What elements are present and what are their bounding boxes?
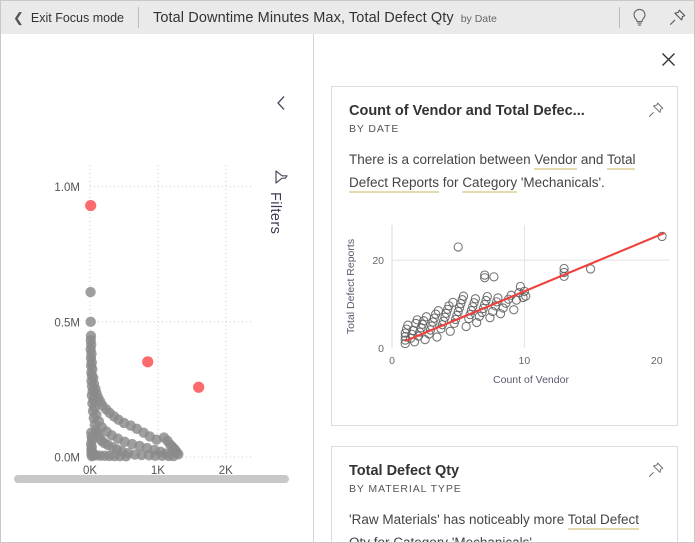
highlighted-data-point[interactable] <box>193 381 205 393</box>
x-axis-tick-label: 10 <box>519 355 531 367</box>
horizontal-scrollbar[interactable] <box>14 475 289 483</box>
x-axis-title: Count of Vendor <box>493 374 569 386</box>
pin-icon <box>648 462 664 478</box>
data-point[interactable] <box>453 242 463 252</box>
insight-card-title: Count of Vendor and Total Defec... <box>349 103 585 119</box>
data-point[interactable] <box>85 286 96 298</box>
insights-button[interactable] <box>620 1 658 34</box>
filters-funnel-button[interactable] <box>269 167 293 187</box>
page-title-suffix: by Date <box>460 12 497 25</box>
body-text: 'Raw Materials' has noticeably more <box>349 512 568 527</box>
data-point[interactable] <box>420 335 430 345</box>
x-axis-tick-label: 20 <box>651 355 663 367</box>
body-text: There is a correlation between <box>349 152 535 167</box>
chevron-left-icon <box>277 96 285 110</box>
close-icon <box>661 52 675 66</box>
exit-focus-mode-label: Exit Focus mode <box>30 10 124 25</box>
y-axis-tick-label: 0 <box>378 343 384 355</box>
pin-visual-button[interactable] <box>658 1 694 34</box>
insight-card[interactable]: Count of Vendor and Total Defec... BY DA… <box>331 86 678 426</box>
data-point[interactable] <box>521 291 531 301</box>
insight-card-title: Total Defect Qty <box>349 463 460 479</box>
insight-card-body: 'Raw Materials' has noticeably more Tota… <box>349 508 660 543</box>
filter-funnel-icon <box>275 170 288 184</box>
page-title: Total Downtime Minutes Max, Total Defect… <box>153 9 454 26</box>
insights-panel: Count of Vendor and Total Defec... BY DA… <box>315 34 694 543</box>
field-reference: Category <box>462 175 518 194</box>
x-axis-tick-label: 0 <box>389 355 395 367</box>
data-point[interactable] <box>85 316 96 328</box>
pin-icon <box>669 9 685 25</box>
data-point[interactable] <box>445 326 455 336</box>
highlighted-data-point[interactable] <box>85 199 97 212</box>
pin-insight-button[interactable] <box>645 459 667 481</box>
y-axis-title: Total Defect Reports <box>345 239 357 334</box>
exit-focus-mode-button[interactable]: ❮ Exit Focus mode <box>1 1 138 34</box>
card-scatter-chart[interactable]: 0 20 0 10 20 Total Defect Reports Count of Ven… <box>340 215 678 387</box>
data-point[interactable] <box>120 451 132 462</box>
field-reference: Vendor <box>534 152 578 170</box>
body-text: for <box>439 175 463 191</box>
close-insights-button[interactable] <box>655 46 681 72</box>
body-text: and <box>577 152 607 167</box>
lightbulb-icon <box>632 8 646 26</box>
body-text: 'Mechanicals'. <box>517 175 605 191</box>
body-text: 'Mechanicals'. <box>448 535 536 543</box>
body-text: for <box>370 535 394 543</box>
data-point[interactable] <box>489 272 499 282</box>
y-axis-tick-label: 0.0M <box>54 453 80 465</box>
data-point[interactable] <box>432 332 442 342</box>
insight-card-body: There is a correlation between Vendor an… <box>349 148 660 194</box>
data-point[interactable] <box>86 450 98 462</box>
y-axis-tick-label: 0.5M <box>54 317 80 329</box>
data-point[interactable] <box>168 450 179 462</box>
filters-label[interactable]: Filters <box>267 192 283 234</box>
chevron-left-icon: ❮ <box>13 10 24 25</box>
trend-line <box>404 231 666 342</box>
toolbar-actions <box>620 1 694 34</box>
y-axis-tick-label: 20 <box>372 255 384 267</box>
filters-collapse-button[interactable] <box>269 91 293 115</box>
data-point[interactable] <box>509 305 519 315</box>
highlighted-data-point[interactable] <box>142 356 154 368</box>
filters-rail: Filters <box>259 34 313 504</box>
top-toolbar: ❮ Exit Focus mode Total Downtime Minutes… <box>1 1 694 34</box>
field-reference: Category <box>393 535 449 542</box>
pin-icon <box>648 102 664 118</box>
insight-card[interactable]: Total Defect Qty BY MATERIAL TYPE 'Raw M… <box>331 446 678 543</box>
data-point[interactable] <box>461 321 471 332</box>
insight-card-subtitle: BY DATE <box>349 123 400 135</box>
pin-insight-button[interactable] <box>645 99 667 121</box>
insight-card-subtitle: BY MATERIAL TYPE <box>349 483 462 495</box>
focus-mode-window: ❮ Exit Focus mode Total Downtime Minutes… <box>0 0 695 543</box>
visual-title: Total Downtime Minutes Max, Total Defect… <box>139 10 619 26</box>
y-axis-tick-label: 1.0M <box>54 182 80 194</box>
